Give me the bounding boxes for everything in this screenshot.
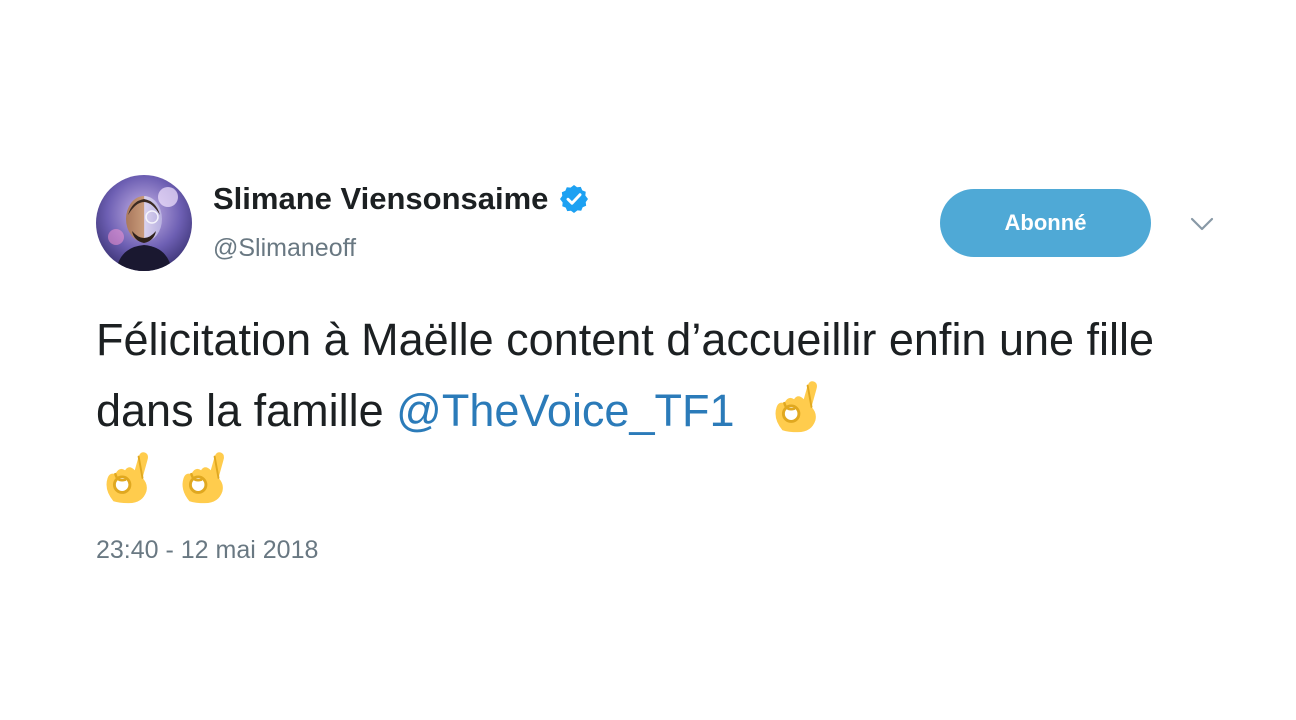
- ok-hand-emoji: [765, 374, 827, 436]
- chevron-down-icon[interactable]: [1186, 212, 1218, 236]
- ok-hand-emoji: [172, 445, 234, 507]
- mention-link[interactable]: @TheVoice_TF1: [396, 385, 734, 436]
- emoji-row: [96, 452, 234, 507]
- tweet-card: Slimane Viensonsaime @Slimaneoff Abonné …: [0, 0, 1296, 720]
- author-name-text[interactable]: Slimane Viensonsaime: [213, 181, 548, 217]
- ok-hand-emoji: [96, 445, 158, 507]
- verified-badge-icon: [558, 183, 590, 215]
- profile-avatar[interactable]: [96, 175, 192, 271]
- follow-button[interactable]: Abonné: [940, 189, 1151, 257]
- tweet-timestamp[interactable]: 23:40 - 12 mai 2018: [96, 536, 318, 565]
- author-handle[interactable]: @Slimaneoff: [213, 234, 356, 263]
- author-display-name[interactable]: Slimane Viensonsaime: [213, 181, 590, 217]
- tweet-text: Félicitation à Maëlle content d’accueill…: [96, 305, 1246, 516]
